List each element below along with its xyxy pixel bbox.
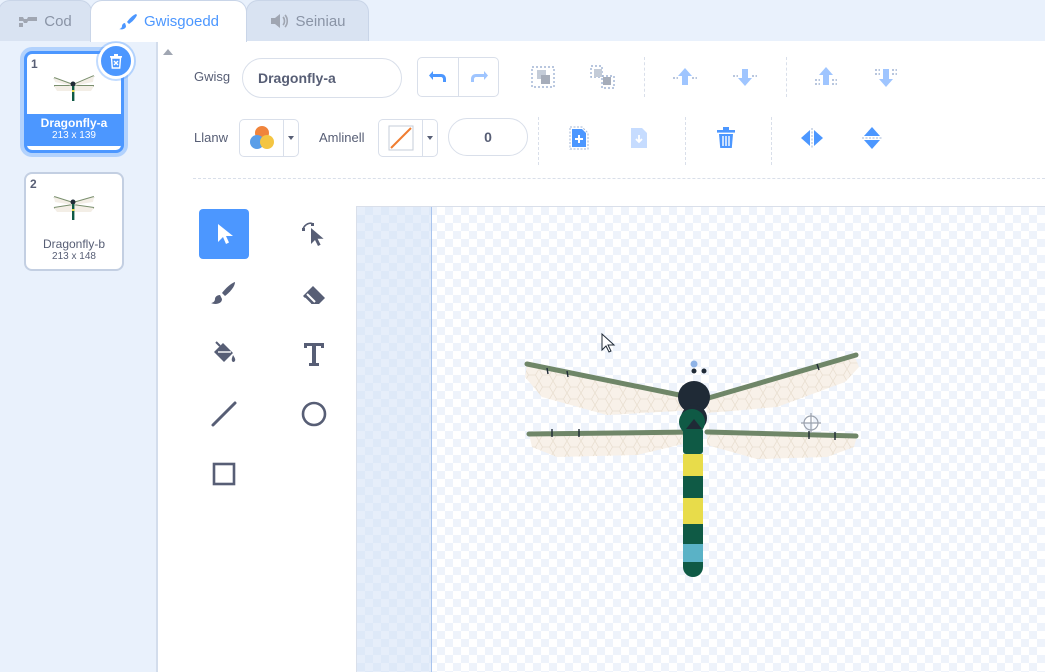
back-button[interactable] bbox=[869, 60, 903, 94]
group-icon bbox=[531, 66, 555, 88]
circle-icon bbox=[301, 401, 327, 427]
undo-icon bbox=[429, 71, 446, 82]
group-button[interactable] bbox=[526, 60, 560, 94]
copy-button[interactable] bbox=[562, 121, 596, 155]
tab-bar: Cod Gwisgoedd Seiniau bbox=[0, 0, 1045, 42]
select-tool[interactable] bbox=[199, 209, 249, 259]
costume-name-input[interactable]: Dragonfly-a bbox=[242, 58, 402, 98]
costume-item[interactable]: 2 Dragonfly-b 213 x 148 bbox=[24, 172, 124, 271]
flip-vertical-icon bbox=[862, 127, 882, 149]
dragonfly-sprite bbox=[524, 332, 859, 577]
wing-lower-right bbox=[704, 429, 859, 459]
fill-color-picker[interactable] bbox=[239, 119, 299, 157]
tab-label: Cod bbox=[44, 12, 72, 30]
undo-redo-group bbox=[417, 57, 499, 97]
fill-tool[interactable] bbox=[199, 329, 249, 379]
costume-name: Dragonfly-a bbox=[40, 116, 108, 130]
backward-button[interactable] bbox=[728, 60, 762, 94]
trash-icon bbox=[717, 127, 735, 148]
rectangle-tool[interactable] bbox=[199, 449, 249, 499]
no-outline-icon bbox=[388, 125, 413, 151]
costume-meta: Dragonfly-a 213 x 139 bbox=[27, 114, 121, 146]
outline-color-picker[interactable] bbox=[378, 119, 438, 157]
toolbar-divider bbox=[193, 178, 1045, 179]
outline-width-input[interactable]: 0 bbox=[448, 118, 528, 156]
paintbrush-icon bbox=[118, 13, 138, 30]
eraser-tool[interactable] bbox=[289, 269, 339, 319]
forward-button[interactable] bbox=[668, 60, 702, 94]
redo-icon bbox=[470, 71, 488, 82]
costume-meta: Dragonfly-b 213 x 148 bbox=[26, 234, 122, 266]
separator bbox=[685, 117, 686, 165]
dropdown-caret-icon[interactable] bbox=[284, 120, 298, 156]
text-tool[interactable] bbox=[289, 329, 339, 379]
dropdown-caret-icon[interactable] bbox=[423, 120, 437, 156]
tab-label: Seiniau bbox=[295, 12, 346, 30]
code-icon bbox=[18, 13, 38, 29]
backward-icon bbox=[733, 69, 757, 86]
separator bbox=[771, 117, 772, 165]
fill-label: Llanw bbox=[194, 130, 228, 145]
costume-size: 213 x 139 bbox=[52, 130, 96, 141]
costume-name: Dragonfly-b bbox=[42, 237, 106, 251]
tab-label: Gwisgoedd bbox=[143, 13, 220, 30]
arrow-cursor-icon bbox=[218, 224, 233, 244]
paste-button[interactable] bbox=[622, 121, 656, 155]
rectangle-icon bbox=[212, 462, 236, 486]
ungroup-icon bbox=[590, 65, 615, 89]
color-mix-icon bbox=[249, 126, 274, 149]
tab-sounds[interactable]: Seiniau bbox=[246, 0, 369, 41]
speaker-icon bbox=[269, 13, 289, 29]
tab-costumes[interactable]: Gwisgoedd bbox=[90, 0, 247, 42]
separator bbox=[538, 117, 539, 165]
wing-upper-right bbox=[702, 352, 859, 413]
flip-horizontal-button[interactable] bbox=[795, 121, 829, 155]
front-button[interactable] bbox=[809, 60, 843, 94]
undo-button[interactable] bbox=[418, 58, 458, 96]
reshape-tool[interactable] bbox=[289, 209, 339, 259]
mouse-pointer-icon bbox=[601, 332, 616, 353]
paint-canvas[interactable] bbox=[356, 206, 1045, 672]
trash-icon bbox=[110, 54, 122, 69]
eraser-icon bbox=[303, 286, 325, 305]
redo-button[interactable] bbox=[458, 58, 498, 96]
reshape-icon bbox=[302, 222, 324, 246]
dragonfly-body bbox=[683, 419, 703, 577]
brush-tool[interactable] bbox=[199, 269, 249, 319]
copy-icon bbox=[569, 126, 589, 150]
outline-swatch bbox=[379, 120, 423, 156]
paint-editor: Gwisg Dragonfly-a Llanw Amlinell 0 bbox=[179, 41, 1045, 672]
outline-label: Amlinell bbox=[319, 130, 365, 145]
costume-number: 1 bbox=[31, 57, 38, 71]
circle-tool[interactable] bbox=[289, 389, 339, 439]
brush-icon bbox=[211, 282, 235, 304]
line-tool[interactable] bbox=[199, 389, 249, 439]
line-icon bbox=[211, 401, 237, 427]
rotation-center-icon bbox=[801, 413, 821, 433]
delete-button[interactable] bbox=[709, 121, 743, 155]
delete-costume-button[interactable] bbox=[98, 43, 134, 79]
costume-list-scrollbar[interactable] bbox=[157, 41, 179, 672]
flip-horizontal-icon bbox=[801, 128, 823, 148]
paste-icon bbox=[631, 128, 647, 148]
costume-thumbnail bbox=[26, 174, 122, 234]
wing-upper-left bbox=[524, 361, 697, 415]
costume-size: 213 x 148 bbox=[52, 251, 96, 262]
ungroup-button[interactable] bbox=[586, 60, 620, 94]
costume-name-label: Gwisg bbox=[194, 69, 231, 84]
separator bbox=[644, 57, 645, 97]
flip-vertical-button[interactable] bbox=[855, 121, 889, 155]
forward-icon bbox=[673, 68, 697, 85]
front-icon bbox=[815, 67, 837, 85]
costume-list: 1 Dragonfly-a 213 x 139 2 Dragonfly-b 21… bbox=[0, 41, 157, 672]
scroll-up-icon[interactable] bbox=[163, 49, 173, 55]
text-icon bbox=[304, 343, 324, 366]
wing-lower-left bbox=[526, 429, 697, 457]
paint-bucket-icon bbox=[214, 341, 236, 363]
separator bbox=[786, 57, 787, 97]
fill-swatch bbox=[240, 120, 284, 156]
costume-number: 2 bbox=[30, 177, 37, 191]
back-icon bbox=[875, 69, 897, 87]
tab-code[interactable]: Cod bbox=[0, 0, 92, 41]
